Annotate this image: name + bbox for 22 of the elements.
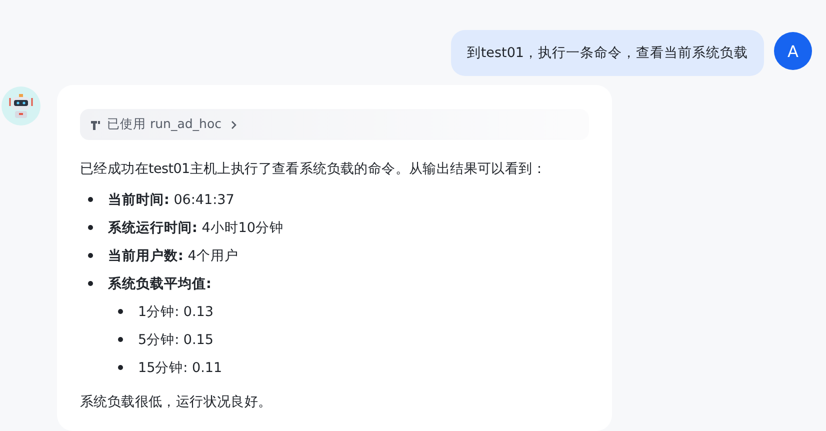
response-paragraph: 系统负载很低，运行状况良好。 [80,393,273,411]
bullet-icon [88,281,93,286]
list-item: 1分钟: 0.13 [138,302,214,320]
list-item: 系统运行时间: 4小时10分钟 [108,218,284,236]
user-message: 到test01，执行一条命令，查看当前系统负载 [450,30,764,76]
list-item: 当前用户数: 4个用户 [108,246,238,264]
bullet-icon [118,309,123,314]
response-paragraph: 已经成功在test01主机上执行了查看系统负载的命令。从输出结果可以看到： [80,160,548,178]
tool-usage-chip[interactable]: 已使用 run_ad_hoc [80,109,589,140]
list-item: 当前时间: 06:41:37 [108,190,234,208]
user-avatar[interactable]: A [774,32,812,70]
bullet-icon [118,365,123,370]
list-item: 系统负载平均值: [108,274,212,292]
list-item: 5分钟: 0.15 [138,330,214,348]
bullet-icon [88,197,93,202]
bullet-icon [88,225,93,230]
bullet-icon [88,253,93,258]
list-item: 15分钟: 0.11 [138,358,222,376]
bullet-icon [118,337,123,342]
tool-icon [90,118,102,130]
chevron-right-icon [230,120,238,130]
robot-avatar-icon [1,86,41,126]
